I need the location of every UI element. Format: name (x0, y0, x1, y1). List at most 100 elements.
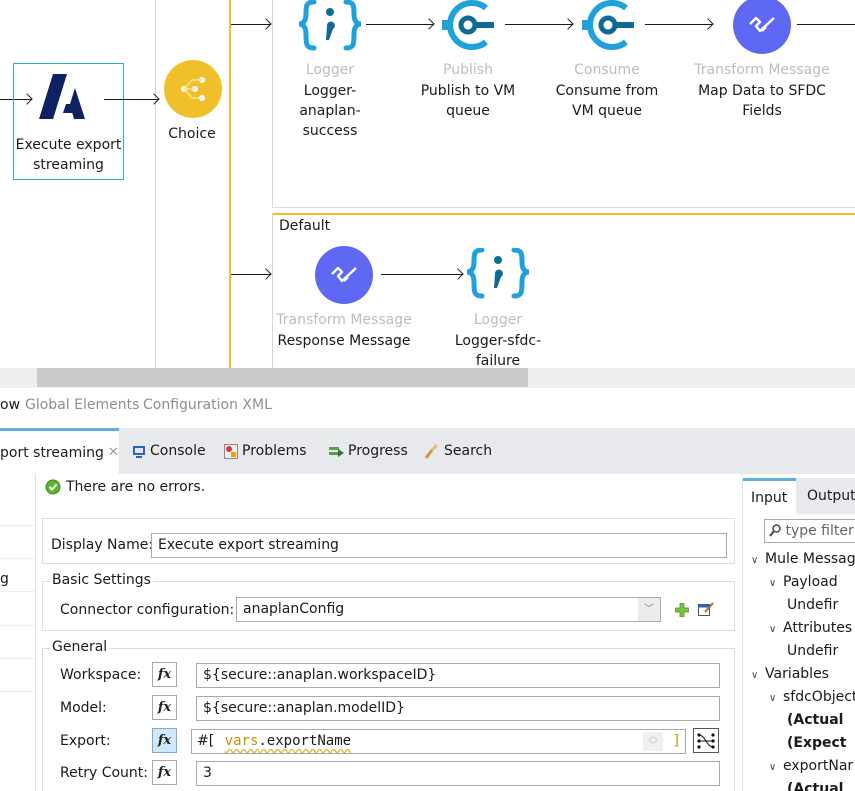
chevron-down-icon[interactable]: ∨ (751, 670, 765, 681)
publish-node[interactable] (440, 0, 496, 50)
flow-arrow (645, 24, 713, 25)
tab-output[interactable]: Output (799, 478, 855, 514)
close-icon[interactable]: ✕ (108, 445, 119, 460)
chevron-down-icon[interactable]: ∨ (769, 624, 783, 635)
vm-publish-icon (442, 0, 494, 50)
workspace-input[interactable]: ${secure::anaplan.workspaceID} (196, 663, 720, 688)
tab-execute-export-streaming[interactable]: port streaming ✕ (0, 428, 119, 474)
filter-placeholder: type filter t (785, 523, 855, 539)
tab-label: port streaming (0, 444, 104, 461)
connector-config-select[interactable]: anaplanConfig ﹀ (236, 597, 661, 622)
canvas-horizontal-scrollbar[interactable] (0, 368, 855, 388)
metadata-explorer: Input Output type filter t ∨Mule Messag∨… (742, 474, 855, 791)
vm-consume-icon (582, 0, 634, 50)
tab-global-elements[interactable]: Global Elements (25, 397, 139, 413)
transform-response-node[interactable] (315, 246, 373, 304)
chevron-down-icon[interactable]: ∨ (769, 578, 783, 589)
display-name-input[interactable]: Execute export streaming (151, 533, 727, 558)
when-route-border (272, 0, 273, 207)
export-expression-input[interactable]: #[ vars.exportName ︿ ﹀ ] (191, 729, 686, 754)
choice-node[interactable] (164, 60, 222, 118)
node-type: Transform Message (276, 312, 412, 328)
retry-fx-toggle[interactable]: fx (152, 760, 177, 785)
node-type: Publish (443, 62, 493, 78)
nav-divider (0, 558, 36, 559)
tab-label: Search (444, 443, 493, 459)
tree-item[interactable]: ∨ sfdcObject (769, 689, 855, 705)
tree-item[interactable]: ∨ Variables (751, 666, 829, 682)
tree-item[interactable]: Undefir (787, 597, 838, 613)
tree-item[interactable]: (Actual (787, 712, 843, 728)
node-label: Response Message (277, 333, 411, 349)
search-icon (769, 524, 781, 537)
model-input[interactable]: ${secure::anaplan.modelID} (196, 696, 720, 721)
mapping-button[interactable] (693, 728, 719, 753)
panel-tabs: port streaming ✕ Console Problems Progre… (0, 428, 855, 474)
tab-progress[interactable]: Progress (329, 428, 408, 474)
tree-item-label: (Actual (787, 781, 844, 791)
flow-canvas[interactable]: Default Execute exportstreaming Choice (0, 0, 855, 368)
metadata-filter-input[interactable]: type filter t (764, 519, 855, 543)
node-label: Logger-sfdc-failure (454, 333, 542, 368)
workspace-label: Workspace: (60, 667, 142, 683)
node-label: Map Data to SFDC Fields (698, 83, 826, 119)
export-fx-toggle[interactable]: fx (152, 728, 177, 753)
tree-item[interactable]: ∨ Attributes (769, 620, 852, 636)
execute-export-node[interactable]: Execute export streaming (13, 63, 124, 180)
logger-icon (298, 0, 362, 51)
tree-item[interactable]: Undefir (787, 643, 838, 659)
tab-input[interactable]: Input (743, 478, 796, 514)
scrollbar-thumb[interactable] (37, 368, 528, 387)
node-label: Consume from VM queue (555, 83, 659, 119)
expression-suffix: ] (673, 733, 679, 749)
tab-problems[interactable]: Problems (224, 428, 307, 474)
flow-arrow (231, 274, 271, 275)
validation-status: There are no errors. (40, 476, 735, 498)
choice-label: Choice (168, 126, 216, 142)
tab-console[interactable]: Console (132, 428, 206, 474)
edit-config-icon[interactable] (698, 601, 714, 617)
tree-item-label: Undefir (787, 643, 839, 659)
transform-map-node[interactable] (733, 0, 791, 54)
default-route-border (272, 213, 273, 368)
anaplan-logo-icon (39, 74, 85, 119)
tab-message-flow[interactable]: ow (0, 397, 20, 413)
nav-item-general[interactable]: g (0, 571, 9, 587)
status-text: There are no errors. (66, 479, 206, 495)
expression-prefix: #[ (197, 733, 215, 749)
retry-count-label: Retry Count: (60, 765, 148, 781)
tree-item[interactable]: ∨ Mule Messag (751, 551, 855, 567)
flow-arrow (505, 24, 573, 25)
tree-item[interactable]: (Expect (787, 735, 847, 751)
tree-item-label: Attributes (783, 620, 853, 636)
chevron-down-icon[interactable]: ∨ (769, 693, 783, 704)
tab-label: Problems (242, 443, 307, 459)
consume-node[interactable] (580, 0, 636, 50)
tree-item[interactable]: ∨ exportNar (769, 758, 853, 774)
connector-config-label: Connector configuration: (60, 602, 235, 618)
search-icon (424, 443, 439, 459)
tree-item[interactable]: (Actual (787, 781, 843, 791)
tree-item[interactable]: ∨ Payload (769, 574, 838, 590)
chevron-down-icon[interactable]: ﹀ (638, 598, 660, 621)
connector-config-value: anaplanConfig (243, 601, 345, 617)
tree-item-label: Variables (765, 666, 829, 682)
check-circle-icon (45, 479, 61, 495)
model-fx-toggle[interactable]: fx (152, 695, 177, 720)
add-config-icon[interactable] (675, 603, 689, 617)
chevron-down-icon[interactable]: ∨ (751, 555, 765, 566)
choice-route-line (229, 0, 231, 368)
node-type: Logger (473, 312, 523, 328)
tab-configuration-xml[interactable]: Configuration XML (143, 397, 272, 413)
retry-count-input[interactable]: 3 (196, 761, 720, 786)
expression-rest: .exportName (258, 733, 352, 749)
workspace-fx-toggle[interactable]: fx (152, 662, 177, 687)
tab-search[interactable]: Search (424, 428, 492, 474)
logger-failure-node[interactable] (464, 247, 532, 300)
tree-item-label: (Expect (787, 735, 847, 751)
logger-node[interactable] (296, 0, 364, 52)
chevron-down-icon[interactable]: ∨ (769, 762, 783, 773)
flow-arrow (797, 24, 855, 25)
expression-spinner[interactable]: ︿ ﹀ (643, 732, 663, 751)
flow-arrow (366, 24, 434, 25)
